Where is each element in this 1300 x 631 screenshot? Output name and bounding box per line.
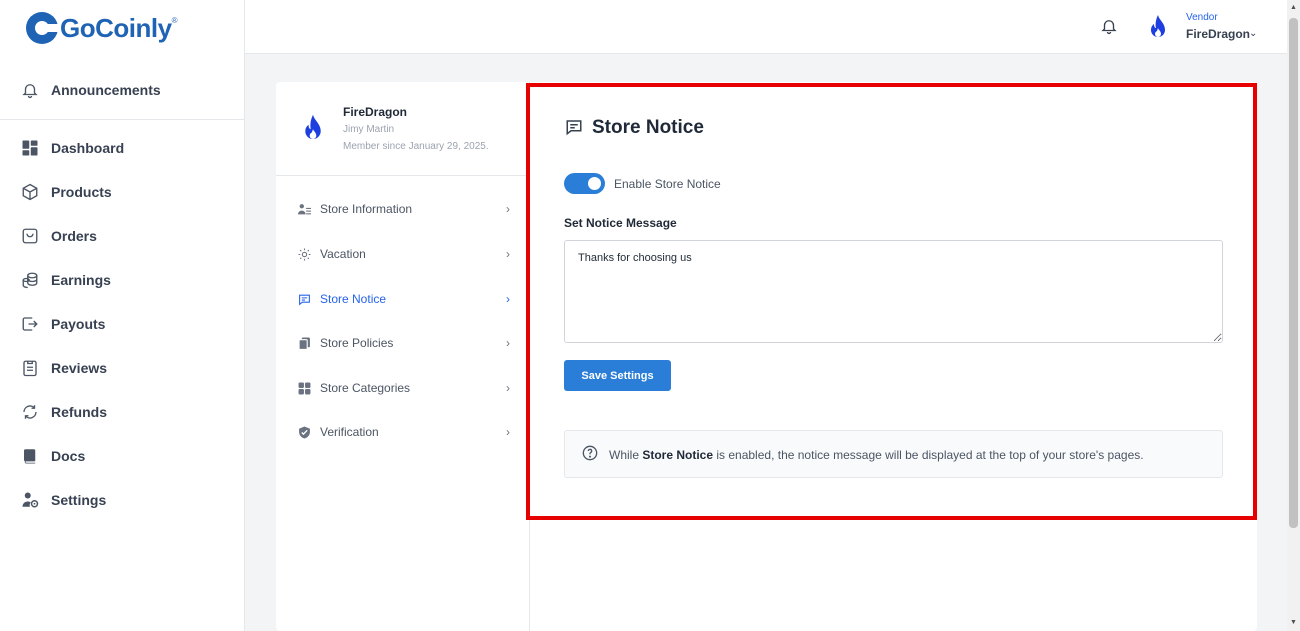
payout-icon (20, 314, 40, 334)
settings-menu-store-policies[interactable]: Store Policies › (298, 332, 510, 354)
vendor-name-dropdown[interactable]: FireDragon (1186, 27, 1250, 41)
store-profile: FireDragon Jimy Martin Member since Janu… (276, 82, 529, 176)
sidebar-item-earnings[interactable]: Earnings (20, 268, 111, 292)
page-scrollbar[interactable]: ▲ ▼ (1287, 0, 1300, 631)
documents-icon (298, 337, 311, 350)
store-info-icon (298, 203, 311, 216)
sidebar-item-products[interactable]: Products (20, 180, 112, 204)
store-avatar-flame-icon (302, 112, 324, 144)
sidebar-item-docs[interactable]: Docs (20, 444, 85, 468)
scrollbar-thumb[interactable] (1289, 18, 1298, 528)
brand-logo[interactable]: GoCoinly ® (26, 12, 177, 44)
notifications-bell-icon[interactable] (1100, 17, 1120, 37)
settings-menu-store-information[interactable]: Store Information › (298, 198, 510, 220)
user-gear-icon (20, 490, 40, 510)
settings-menu-label: Store Categories (320, 381, 411, 395)
box-icon (20, 182, 40, 202)
sidebar-item-orders[interactable]: Orders (20, 224, 97, 248)
settings-menu-label: Vacation (320, 247, 366, 261)
settings-menu-label: Verification (320, 425, 379, 439)
member-since: Member since January 29, 2025. (343, 141, 489, 152)
bag-icon (20, 226, 40, 246)
sidebar-item-label: Reviews (51, 360, 108, 376)
sidebar-item-label: Docs (51, 448, 86, 464)
settings-menu-label: Store Policies (320, 336, 394, 350)
top-bar: Vendor FireDragon ⌄ (245, 0, 1287, 54)
store-name: FireDragon (343, 105, 408, 119)
scroll-up-arrow-icon[interactable]: ▲ (1290, 4, 1297, 11)
chevron-right-icon: › (506, 336, 510, 350)
sidebar-divider (0, 119, 245, 120)
chevron-right-icon: › (506, 247, 510, 261)
sidebar-item-label: Products (51, 184, 112, 200)
book-icon (20, 446, 40, 466)
sidebar-item-label: Payouts (51, 316, 106, 332)
settings-menu-store-notice[interactable]: Store Notice › (298, 288, 510, 310)
sidebar-item-payouts[interactable]: Payouts (20, 312, 105, 336)
settings-menu-verification[interactable]: Verification › (298, 421, 510, 443)
sidebar: GoCoinly ® Announcements Dashboard Produ… (0, 0, 245, 631)
sidebar-item-label: Refunds (51, 404, 107, 420)
chevron-right-icon: › (506, 425, 510, 439)
sun-icon (298, 248, 311, 261)
sidebar-item-settings[interactable]: Settings (20, 488, 106, 512)
chevron-right-icon: › (506, 202, 510, 216)
chevron-right-icon: › (506, 381, 510, 395)
sidebar-item-label: Earnings (51, 272, 111, 288)
registered-mark: ® (171, 16, 178, 25)
dashboard-icon (20, 138, 40, 158)
sidebar-item-dashboard[interactable]: Dashboard (20, 136, 124, 160)
logo-mark-icon (26, 12, 59, 44)
highlight-frame (526, 83, 1257, 520)
sidebar-item-label: Announcements (51, 82, 161, 98)
scroll-down-arrow-icon[interactable]: ▼ (1290, 619, 1297, 626)
bell-icon (20, 80, 40, 100)
refresh-icon (20, 402, 40, 422)
settings-menu-label: Store Information (320, 202, 413, 216)
sidebar-item-label: Dashboard (51, 140, 125, 156)
sidebar-item-announcements[interactable]: Announcements (20, 78, 161, 102)
vendor-avatar-flame-icon[interactable] (1148, 14, 1170, 40)
sidebar-item-label: Settings (51, 492, 107, 508)
settings-menu-vacation[interactable]: Vacation › (298, 243, 510, 265)
shield-icon (298, 426, 311, 439)
grid-icon (298, 382, 311, 395)
store-owner: Jimy Martin (343, 124, 395, 135)
sidebar-item-label: Orders (51, 228, 97, 244)
brand-name: GoCoinly (60, 12, 172, 43)
settings-menu-store-categories[interactable]: Store Categories › (298, 377, 510, 399)
message-icon (298, 293, 311, 306)
settings-menu-label: Store Notice (320, 292, 387, 306)
sidebar-item-refunds[interactable]: Refunds (20, 400, 107, 424)
sidebar-item-reviews[interactable]: Reviews (20, 356, 107, 380)
chevron-right-icon: › (506, 292, 510, 306)
coins-icon (20, 270, 40, 290)
vendor-role: Vendor (1186, 12, 1218, 23)
chevron-down-icon[interactable]: ⌄ (1249, 28, 1257, 39)
clipboard-icon (20, 358, 40, 378)
